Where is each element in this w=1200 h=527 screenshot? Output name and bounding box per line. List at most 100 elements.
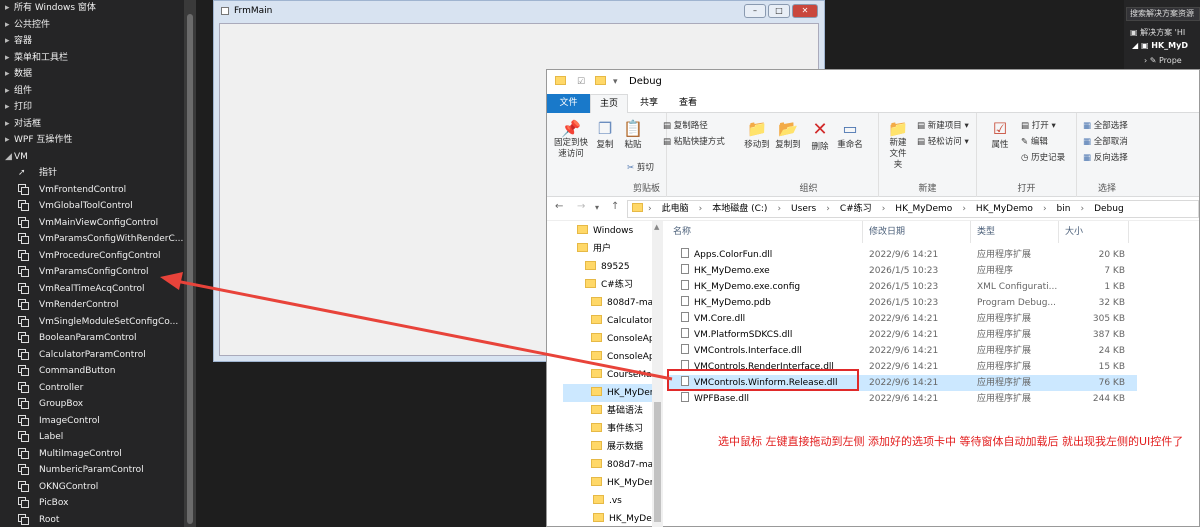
toolbox-scrollbar[interactable] (184, 0, 196, 527)
toolbox-item[interactable]: NumbericParamControl (0, 462, 196, 479)
column-name[interactable]: 名称 (667, 221, 863, 243)
toolbox-category[interactable]: ▸ 对话框 (0, 116, 196, 133)
nav-item[interactable]: 事件练习 (591, 420, 643, 438)
toolbox-category[interactable]: ▸ WPF 互操作性 (0, 132, 196, 149)
rename-button[interactable]: ▭ 重命名 (835, 119, 865, 150)
move-to-button[interactable]: 📁 移动到 (743, 119, 771, 150)
nav-scroll-thumb[interactable] (654, 402, 661, 522)
nav-item[interactable]: 基础语法 (591, 402, 643, 420)
toolbox-item[interactable]: ImageControl (0, 413, 196, 430)
toolbox-item-pointer[interactable]: ➚ 指针 (0, 165, 196, 182)
history-button[interactable]: ◷ 历史记录 (1021, 151, 1065, 163)
close-button[interactable]: ✕ (792, 4, 818, 18)
breadcrumb-item[interactable]: HK_MyDemo (976, 201, 1033, 217)
properties-button[interactable]: ☑ 属性 (987, 119, 1013, 150)
nav-item[interactable]: 808d7-mai (591, 456, 656, 474)
file-row[interactable]: WPFBase.dll 2022/9/6 14:21 应用程序扩展 244 KB (667, 391, 1137, 407)
breadcrumb-item[interactable]: 此电脑 (662, 201, 689, 217)
nav-item[interactable]: HK_MyDe (593, 510, 652, 527)
breadcrumb-item[interactable]: C#练习 (840, 201, 872, 217)
copy-to-button[interactable]: 📂 复制到 (773, 119, 803, 150)
open-button[interactable]: ▤ 打开 ▾ (1021, 119, 1056, 131)
edit-button[interactable]: ✎ 编辑 (1021, 135, 1048, 147)
select-none-button[interactable]: ▦ 全部取消 (1083, 135, 1128, 147)
project-node[interactable]: ◢ ▣ HK_MyD (1132, 41, 1188, 50)
file-row[interactable]: VMControls.Interface.dll 2022/9/6 14:21 应用… (667, 343, 1137, 359)
select-all-button[interactable]: ▦ 全部选择 (1083, 119, 1128, 131)
copy-button[interactable]: ❐ 复制 (593, 119, 617, 150)
nav-item[interactable]: Windows (577, 222, 633, 240)
nav-item[interactable]: HK_MyDem (591, 474, 659, 492)
toolbox-item[interactable]: VmParamsConfigWithRenderC... (0, 231, 196, 248)
column-type[interactable]: 类型 (971, 221, 1059, 243)
delete-button[interactable]: ✕ 删除 (807, 119, 833, 152)
toolbox-category[interactable]: ▸ 公共控件 (0, 17, 196, 34)
tab-file[interactable]: 文件 (547, 94, 590, 113)
toolbox-item[interactable]: VmGlobalToolControl (0, 198, 196, 215)
nav-item[interactable]: ConsoleAp (591, 330, 655, 348)
file-row[interactable]: HK_MyDemo.exe 2026/1/5 10:23 应用程序 7 KB (667, 263, 1137, 279)
properties-node[interactable]: › ✎ Prope (1144, 56, 1182, 65)
new-item-button[interactable]: ▤ 新建项目 ▾ (917, 119, 969, 131)
toolbox-item[interactable]: GroupBox (0, 396, 196, 413)
breadcrumb-item[interactable]: bin (1057, 201, 1071, 217)
breadcrumb-item[interactable]: Users (791, 201, 816, 217)
toolbox-item[interactable]: Root (0, 512, 196, 527)
file-row[interactable]: HK_MyDemo.pdb 2026/1/5 10:23 Program Debug… (667, 295, 1137, 311)
toolbox-item[interactable]: VmMainViewConfigControl (0, 215, 196, 232)
maximize-button[interactable]: □ (768, 4, 790, 18)
forward-icon[interactable]: → (577, 201, 585, 212)
up-icon[interactable]: ↑ (611, 201, 619, 212)
minimize-button[interactable]: – (744, 4, 766, 18)
toolbox-item[interactable]: VmFrontendControl (0, 182, 196, 199)
toolbox-item[interactable]: CalculatorParamControl (0, 347, 196, 364)
tab-share[interactable]: 共享 (631, 94, 667, 113)
toolbox-item[interactable]: BooleanParamControl (0, 330, 196, 347)
nav-item[interactable]: .vs (593, 492, 622, 510)
invert-selection-button[interactable]: ▦ 反向选择 (1083, 151, 1128, 163)
nav-item[interactable]: ConsoleAp (591, 348, 655, 366)
paste-button[interactable]: 📋 粘贴 (621, 119, 645, 150)
nav-item[interactable]: 808d7-mai (591, 294, 656, 312)
back-icon[interactable]: ← (555, 201, 563, 212)
easy-access-button[interactable]: ▤ 轻松访问 ▾ (917, 135, 969, 147)
toolbox-item[interactable]: PicBox (0, 495, 196, 512)
nav-scrollbar[interactable]: ▲ (652, 221, 663, 527)
toolbox-category[interactable]: ▸ 容器 (0, 33, 196, 50)
toolbox-item[interactable]: Controller (0, 380, 196, 397)
scroll-up-icon[interactable]: ▲ (654, 223, 659, 231)
toolbox-item[interactable]: Label (0, 429, 196, 446)
toolbox-item[interactable]: OKNGControl (0, 479, 196, 496)
file-row[interactable]: VM.PlatformSDKCS.dll 2022/9/6 14:21 应用程序扩展… (667, 327, 1137, 343)
form-title-bar[interactable]: FrmMain (214, 1, 824, 23)
toolbox-item[interactable]: VmSingleModuleSetConfigCo... (0, 314, 196, 331)
file-row[interactable]: HK_MyDemo.exe.config 2026/1/5 10:23 XML Co… (667, 279, 1137, 295)
toolbox-category[interactable]: ▸ 所有 Windows 窗体 (0, 0, 196, 17)
paste-shortcut-button[interactable]: ▤ 粘贴快捷方式 (663, 135, 725, 147)
copy-path-button[interactable]: ▤ 复制路径 (663, 119, 708, 131)
toolbox-item[interactable]: VmRenderControl (0, 297, 196, 314)
toolbox-category[interactable]: ▸ 组件 (0, 83, 196, 100)
toolbox-item[interactable]: VmProcedureConfigControl (0, 248, 196, 265)
file-row[interactable]: Apps.ColorFun.dll 2022/9/6 14:21 应用程序扩展 20 … (667, 247, 1137, 263)
nav-item[interactable]: 用户 (577, 240, 611, 258)
nav-item[interactable]: Calculator (591, 312, 653, 330)
dropdown-icon[interactable]: ▾ (613, 70, 618, 94)
nav-item[interactable]: 展示数据 (591, 438, 643, 456)
nav-item[interactable]: CourseMar (591, 366, 655, 384)
column-date[interactable]: 修改日期 (863, 221, 971, 243)
checkbox-icon[interactable]: ☑ (577, 70, 585, 94)
breadcrumb-item[interactable]: Debug (1094, 201, 1124, 217)
file-row[interactable]: VM.Core.dll 2022/9/6 14:21 应用程序扩展 305 KB (667, 311, 1137, 327)
tab-home[interactable]: 主页 (590, 94, 628, 113)
toolbox-category-vm[interactable]: ◢ VM (0, 149, 196, 166)
column-size[interactable]: 大小 (1059, 221, 1129, 243)
breadcrumb-item[interactable]: 本地磁盘 (C:) (712, 201, 767, 217)
nav-item[interactable]: C#练习 (585, 276, 633, 294)
toolbox-category[interactable]: ▸ 菜单和工具栏 (0, 50, 196, 67)
pin-button[interactable]: 📌 固定到快速访问 (551, 119, 591, 160)
cut-button[interactable]: ✂ 剪切 (627, 161, 654, 173)
breadcrumb-item[interactable]: HK_MyDemo (895, 201, 952, 217)
solution-search-input[interactable]: 搜索解决方案资源 (1126, 7, 1200, 21)
new-folder-button[interactable]: 📁 新建文件夹 (881, 119, 915, 171)
